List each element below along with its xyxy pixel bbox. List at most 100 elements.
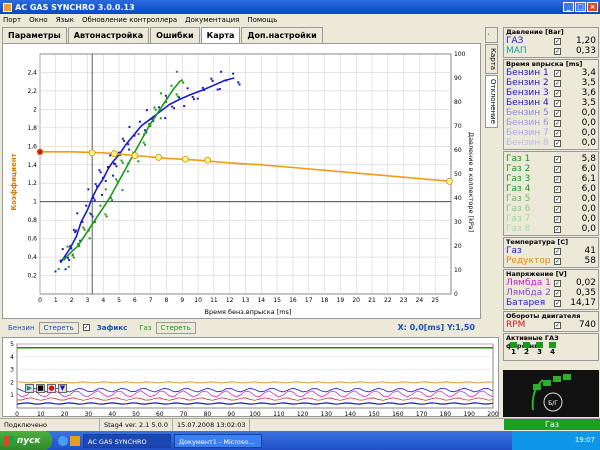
vtab-map[interactable]: Карта bbox=[485, 44, 498, 75]
injector-1-label: 1 bbox=[511, 348, 516, 356]
fuel-mode-badge: Газ bbox=[504, 419, 600, 430]
y-right-tick-label: 90 bbox=[454, 75, 462, 82]
scatter-point bbox=[218, 88, 221, 91]
tab-map[interactable]: Карта bbox=[200, 27, 241, 43]
voltage-value: 14,17 bbox=[570, 298, 596, 308]
map-chart[interactable]: 0 1 2 3 4 5 6 7 8 9 10 11 12 13 14 15 16 17 18 19 20 21 22 23 24… bbox=[3, 44, 482, 320]
pressure-label: ГАЗ bbox=[506, 36, 524, 46]
scatter-point bbox=[145, 109, 148, 112]
benzin-label: Бензин bbox=[8, 323, 35, 332]
rpm-row: RPM ✓ 740 bbox=[506, 320, 596, 330]
petrol-injection-checkbox[interactable]: ✓ bbox=[554, 69, 561, 77]
menu-language[interactable]: Язык bbox=[56, 16, 74, 24]
gas-injection-checkbox[interactable]: ✓ bbox=[554, 175, 561, 183]
menu-window[interactable]: Окно bbox=[29, 16, 48, 24]
temperature-checkbox[interactable]: ✓ bbox=[554, 257, 561, 265]
pressure-group: Давление [Bar] ГАЗ ✓ 1,20 МАП ✓ 0,33 bbox=[503, 27, 599, 58]
petrol-injection-checkbox[interactable]: ✓ bbox=[554, 109, 561, 117]
scatter-point bbox=[159, 117, 162, 120]
petrol-injection-checkbox[interactable]: ✓ bbox=[554, 119, 561, 127]
taskbar-item-acgas[interactable]: AC GAS SYNCHRO bbox=[83, 433, 171, 448]
menu-port[interactable]: Порт bbox=[3, 16, 21, 24]
temperature-checkbox[interactable]: ✓ bbox=[554, 247, 561, 255]
minimize-button[interactable]: _ bbox=[563, 2, 574, 12]
scatter-point bbox=[237, 81, 240, 84]
gas-injection-checkbox[interactable]: ✓ bbox=[554, 195, 561, 203]
gas-injection-value: 6,1 bbox=[581, 174, 596, 184]
x-tick-label: 12 bbox=[226, 297, 234, 304]
menu-docs[interactable]: Документация bbox=[185, 16, 239, 24]
tab-parameters[interactable]: Параметры bbox=[2, 27, 67, 43]
scatter-point bbox=[196, 97, 199, 100]
voltage-checkbox[interactable]: ✓ bbox=[554, 299, 561, 307]
taskbar-item-word[interactable]: Документ1 - Microso... bbox=[174, 433, 262, 448]
menu-help[interactable]: Помощь bbox=[247, 16, 277, 24]
signal-y-tick: 3 bbox=[10, 367, 14, 374]
quicklaunch-app-icon[interactable] bbox=[70, 435, 80, 446]
temperature-title: Температура [C] bbox=[506, 238, 569, 246]
menu-update[interactable]: Обновление контроллера bbox=[82, 16, 177, 24]
pressure-checkbox[interactable]: ✓ bbox=[554, 37, 561, 45]
petrol-injection-checkbox[interactable]: ✓ bbox=[554, 129, 561, 137]
y-left-tick-label: 0,6 bbox=[27, 236, 37, 243]
gas-injection-checkbox[interactable]: ✓ bbox=[554, 225, 561, 233]
y-left-tick-label: 0,2 bbox=[27, 273, 37, 280]
record-icon[interactable]: ● bbox=[47, 384, 56, 393]
tab-extra-settings[interactable]: Доп.настройки bbox=[241, 27, 323, 43]
clear-gas-button[interactable]: Стереть bbox=[155, 321, 196, 334]
scatter-point bbox=[203, 89, 206, 91]
scatter-point bbox=[160, 92, 163, 95]
gas-injection-checkbox[interactable]: ✓ bbox=[554, 165, 561, 173]
scatter-point bbox=[115, 165, 118, 168]
temperature-label: Редуктор bbox=[506, 256, 551, 266]
scatter-point bbox=[157, 106, 160, 109]
scatter-point bbox=[225, 79, 228, 82]
signal-chart[interactable]: 123450 10 20 30 40 50 60 70 80 90 100 110 120 130 140 1… bbox=[3, 338, 500, 418]
voltage-checkbox[interactable]: ✓ bbox=[554, 289, 561, 297]
close-button[interactable]: × bbox=[587, 2, 598, 12]
maximize-button[interactable]: □ bbox=[575, 2, 586, 12]
voltage-checkbox[interactable]: ✓ bbox=[554, 279, 561, 287]
chart-mode-icon[interactable]: ฺ bbox=[485, 27, 498, 43]
down-icon[interactable]: ▼ bbox=[58, 384, 67, 393]
vtab-deviation[interactable]: Отклонение bbox=[485, 75, 498, 128]
pressure-checkbox[interactable]: ✓ bbox=[554, 47, 561, 55]
gas-injection-label: Газ 5 bbox=[506, 194, 531, 204]
fix-checkbox[interactable]: ✓ bbox=[82, 324, 90, 331]
scatter-point bbox=[120, 159, 123, 162]
clear-benzin-button[interactable]: Стереть bbox=[38, 321, 79, 334]
scatter-point bbox=[69, 245, 72, 248]
petrol-injection-checkbox[interactable]: ✓ bbox=[554, 139, 561, 147]
play-icon[interactable]: ▶ bbox=[25, 384, 34, 393]
petrol-injection-checkbox[interactable]: ✓ bbox=[554, 79, 561, 87]
quicklaunch-ie-icon[interactable] bbox=[58, 435, 68, 446]
petrol-injection-checkbox[interactable]: ✓ bbox=[554, 99, 561, 107]
signal-x-tick: 190 bbox=[463, 411, 475, 418]
scatter-point bbox=[153, 106, 156, 109]
gas-injection-checkbox[interactable]: ✓ bbox=[554, 185, 561, 193]
injectors-group: Активные ГАЗ форсунки 1 2 3 4 bbox=[503, 333, 599, 361]
start-button[interactable]: пуск bbox=[0, 431, 52, 450]
signal-x-tick: 120 bbox=[297, 411, 309, 418]
signal-x-tick: 70 bbox=[180, 411, 188, 418]
map-point-marker bbox=[110, 150, 118, 158]
petrol-injection-row: Бензин 1 ✓ 3,4 bbox=[506, 68, 596, 78]
gas-injection-label: Газ 3 bbox=[506, 174, 531, 184]
gas-injection-checkbox[interactable]: ✓ bbox=[554, 215, 561, 223]
scatter-point bbox=[109, 154, 112, 157]
rpm-checkbox[interactable]: ✓ bbox=[554, 321, 561, 329]
pressure-row: ГАЗ ✓ 1,20 bbox=[506, 36, 596, 46]
x-tick-label: 25 bbox=[431, 297, 439, 304]
tab-autotune[interactable]: Автонастройка bbox=[67, 27, 150, 43]
y-left-tick-label: 2,2 bbox=[27, 88, 37, 95]
petrol-injection-value: 3,5 bbox=[581, 98, 596, 108]
voltage-group: Напряжение [V] Лямбда 1 ✓ 0,02 Лямбда 2 ✓ 0,3… bbox=[503, 269, 599, 310]
rpm-group: Обороты двигателя RPM ✓ 740 bbox=[503, 311, 599, 332]
y-axis-left-label: Коэффициент bbox=[10, 152, 18, 210]
gas-injection-checkbox[interactable]: ✓ bbox=[554, 205, 561, 213]
petrol-injection-checkbox[interactable]: ✓ bbox=[554, 89, 561, 97]
gas-injection-checkbox[interactable]: ✓ bbox=[554, 155, 561, 163]
tab-errors[interactable]: Ошибки bbox=[150, 27, 200, 43]
stop-icon[interactable]: ■ bbox=[36, 384, 45, 393]
signal-x-tick: 160 bbox=[392, 411, 404, 418]
